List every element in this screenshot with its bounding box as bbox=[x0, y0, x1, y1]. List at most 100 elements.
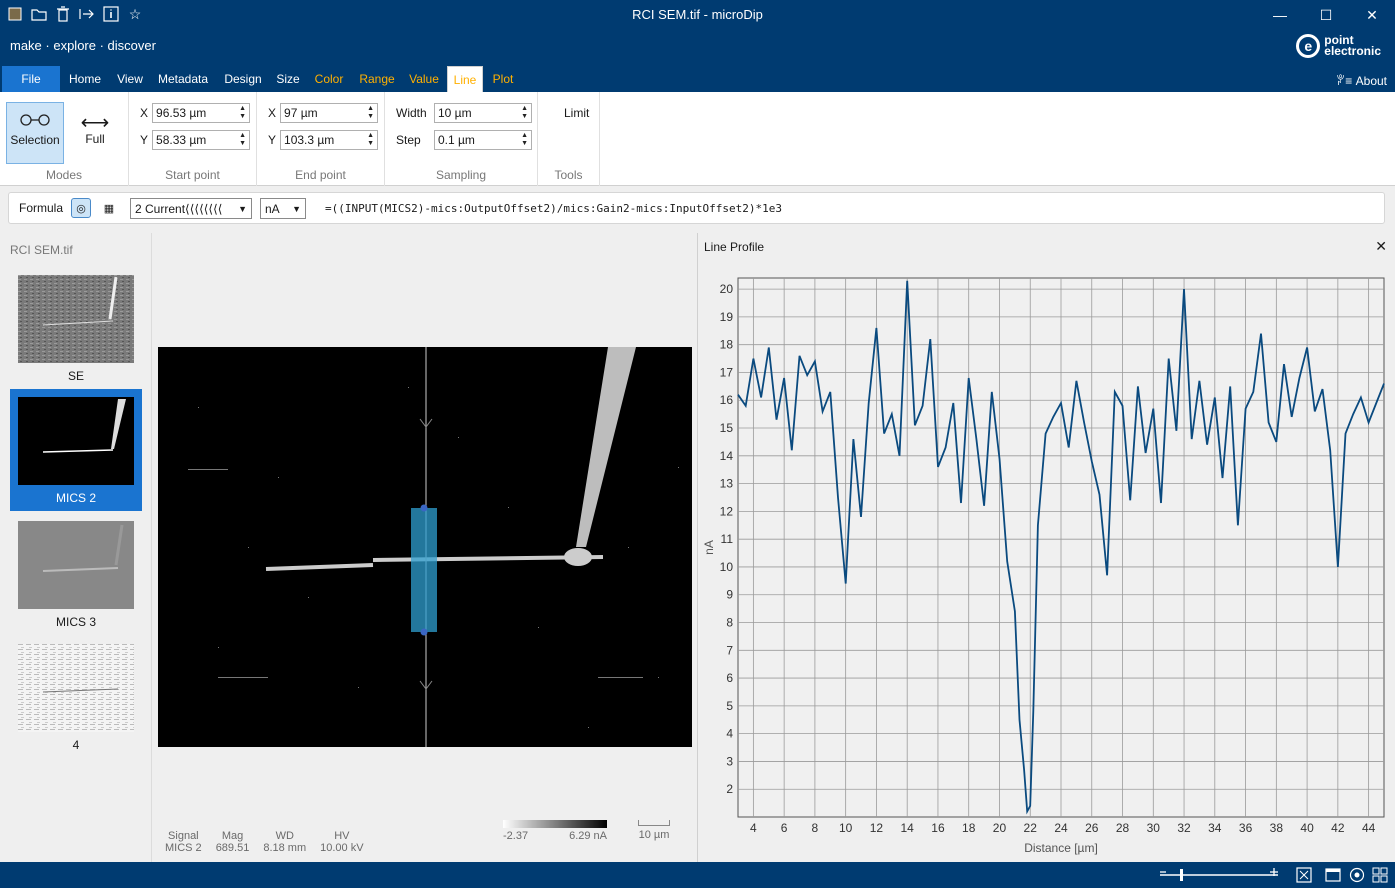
chevron-down-icon: ▼ bbox=[238, 203, 247, 214]
sampling-group-label: Sampling bbox=[435, 168, 487, 182]
colorbar-gradient bbox=[503, 820, 607, 828]
image-viewer: Signal MICS 2 Mag 689.51 WD 8.18 mm HV 10.00… bbox=[153, 233, 697, 862]
brand-bar: make · explore · discover e point electr… bbox=[0, 30, 1395, 66]
ribbon: Selection ⟷ Full Modes X 96.53 µm ▲ ▼ Y 58… bbox=[0, 92, 1395, 186]
selection-mode-button[interactable]: Selection bbox=[6, 102, 64, 164]
close-button[interactable]: ✕ bbox=[1349, 0, 1395, 30]
formula-mode-icon[interactable]: ◎ bbox=[71, 198, 91, 218]
target-icon[interactable] bbox=[1349, 867, 1365, 886]
end-x-input[interactable]: 97 µm ▲ ▼ bbox=[280, 103, 379, 123]
x-tick-label: 16 bbox=[931, 821, 945, 835]
menu-file[interactable]: File bbox=[2, 66, 60, 92]
spin-arrows-icon[interactable]: ▲ ▼ bbox=[367, 132, 374, 148]
x-tick-label: 38 bbox=[1270, 821, 1284, 835]
thumbnail-sidebar: RCI SEM.tif SE MICS 2 MICS 3 4 bbox=[0, 233, 152, 862]
menu-line[interactable]: Line bbox=[447, 66, 483, 92]
title-bar: ☆ RCI SEM.tif - microDip — ☐ ✕ bbox=[0, 0, 1395, 30]
selection-icon bbox=[7, 111, 63, 133]
maximize-button[interactable]: ☐ bbox=[1303, 0, 1349, 30]
x-tick-label: 44 bbox=[1362, 821, 1376, 835]
menu-plot[interactable]: Plot bbox=[486, 66, 520, 92]
end-y-input[interactable]: 103.3 µm ▲ ▼ bbox=[280, 130, 379, 150]
line-profile-chart[interactable]: 4 6 8 10 12 14 16 18 20 22 24 26 28 30 32 34 36 38 40 42 442… bbox=[698, 233, 1395, 862]
menu-size[interactable]: Size bbox=[272, 66, 304, 92]
double-arrow-icon: ⟷ bbox=[80, 112, 110, 134]
width-input[interactable]: 10 µm ▲ ▼ bbox=[434, 103, 532, 123]
y-tick-label: 3 bbox=[726, 754, 733, 768]
x-tick-label: 18 bbox=[962, 821, 976, 835]
menu-view[interactable]: View bbox=[112, 66, 148, 92]
sidebar-title: RCI SEM.tif bbox=[10, 243, 73, 257]
colorbar-min: -2.37 bbox=[503, 830, 529, 842]
x-tick-label: 8 bbox=[812, 821, 819, 835]
zoom-slider[interactable] bbox=[1158, 867, 1282, 883]
y-tick-label: 15 bbox=[720, 421, 734, 435]
menu-color[interactable]: Color bbox=[308, 66, 350, 92]
y-tick-label: 2 bbox=[726, 782, 733, 796]
thumbnail-mics2[interactable]: MICS 2 bbox=[10, 389, 142, 511]
menu-metadata[interactable]: Metadata bbox=[154, 66, 212, 92]
thumbnail-image bbox=[18, 644, 134, 732]
fit-screen-icon[interactable] bbox=[1296, 867, 1312, 886]
step-label: Step bbox=[396, 133, 421, 147]
image-info: Signal MICS 2 Mag 689.51 WD 8.18 mm HV 10.00… bbox=[165, 830, 364, 854]
thumbnail-image bbox=[18, 275, 134, 363]
sem-image[interactable] bbox=[158, 347, 692, 747]
menu-value[interactable]: Value bbox=[404, 66, 444, 92]
formula-bar: Formula ◎ ▦ 2 Current⟨⟨⟨⟨⟨⟨⟨⟨ ▼ nA ▼ =((IN… bbox=[8, 192, 1385, 224]
spin-arrows-icon[interactable]: ▲ ▼ bbox=[521, 105, 528, 121]
y-tick-label: 4 bbox=[726, 727, 733, 741]
y-tick-label: 9 bbox=[726, 588, 733, 602]
menu-home[interactable]: Home bbox=[64, 66, 106, 92]
logo-mark: e bbox=[1296, 34, 1321, 58]
grid-icon[interactable] bbox=[1372, 867, 1388, 886]
limit-button[interactable]: Limit bbox=[564, 106, 589, 120]
end-point-group: X 97 µm ▲ ▼ Y 103.3 µm ▲ ▼ End point bbox=[257, 92, 385, 186]
menu-range[interactable]: Range bbox=[354, 66, 400, 92]
x-tick-label: 12 bbox=[870, 821, 884, 835]
full-mode-button[interactable]: ⟷ Full bbox=[66, 102, 124, 164]
formula-calc-icon[interactable]: ▦ bbox=[99, 198, 119, 218]
minimize-button[interactable]: — bbox=[1257, 0, 1303, 30]
x-tick-label: 10 bbox=[839, 821, 853, 835]
spin-arrows-icon[interactable]: ▲ ▼ bbox=[367, 105, 374, 121]
thumbnail-label: 4 bbox=[72, 738, 80, 752]
y-tick-label: 13 bbox=[720, 477, 734, 491]
line-profile-pane: Line Profile ✕ 4 6 8 10 12 14 16 18 20 22 24 26 28 30… bbox=[697, 233, 1395, 862]
scale-bar-line bbox=[638, 820, 670, 826]
window-icon[interactable] bbox=[1325, 867, 1341, 886]
menu-design[interactable]: Design bbox=[218, 66, 268, 92]
end-point-group-label: End point bbox=[295, 168, 346, 182]
step-input[interactable]: 0.1 µm ▲ ▼ bbox=[434, 130, 532, 150]
y-tick-label: 20 bbox=[720, 282, 734, 296]
start-point-group-label: Start point bbox=[165, 168, 220, 182]
start-x-input[interactable]: 96.53 µm ▲ ▼ bbox=[152, 103, 251, 123]
y-tick-label: 16 bbox=[720, 393, 734, 407]
scale-bar: 10 µm bbox=[638, 820, 670, 841]
window-title: RCI SEM.tif - microDip bbox=[632, 7, 763, 22]
hv-label: HV bbox=[334, 830, 350, 842]
x-tick-label: 20 bbox=[993, 821, 1007, 835]
about-link[interactable]: ꐕ≡ About bbox=[1336, 72, 1387, 88]
end-y-label: Y bbox=[268, 133, 277, 147]
x-tick-label: 40 bbox=[1300, 821, 1314, 835]
spin-arrows-icon[interactable]: ▲ ▼ bbox=[239, 105, 246, 121]
unit-select[interactable]: nA ▼ bbox=[260, 198, 306, 219]
thumbnail-label: MICS 3 bbox=[55, 615, 96, 629]
mag-value: 689.51 bbox=[215, 842, 250, 854]
spin-arrows-icon[interactable]: ▲ ▼ bbox=[239, 132, 246, 148]
y-tick-label: 19 bbox=[720, 310, 734, 324]
thumbnail-se[interactable]: SE bbox=[10, 267, 142, 389]
thumbnail-mics3[interactable]: MICS 3 bbox=[10, 513, 142, 635]
thumbnail-image bbox=[18, 521, 134, 609]
formula-expression[interactable]: =((INPUT(MICS2)-mics:OutputOffset2)/mics… bbox=[325, 202, 782, 215]
spin-arrows-icon[interactable]: ▲ ▼ bbox=[521, 132, 528, 148]
menu-bar: File Home View Metadata Design Size Colo… bbox=[0, 66, 1395, 92]
signal-select[interactable]: 2 Current⟨⟨⟨⟨⟨⟨⟨⟨ ▼ bbox=[130, 198, 252, 219]
y-tick-label: 10 bbox=[720, 560, 734, 574]
start-point-group: X 96.53 µm ▲ ▼ Y 58.33 µm ▲ ▼ Start point bbox=[129, 92, 257, 186]
company-logo: e point electronic bbox=[1296, 34, 1381, 58]
start-y-input[interactable]: 58.33 µm ▲ ▼ bbox=[152, 130, 251, 150]
thumbnail-4[interactable]: 4 bbox=[10, 636, 142, 758]
selection-label: Selection bbox=[10, 133, 60, 147]
